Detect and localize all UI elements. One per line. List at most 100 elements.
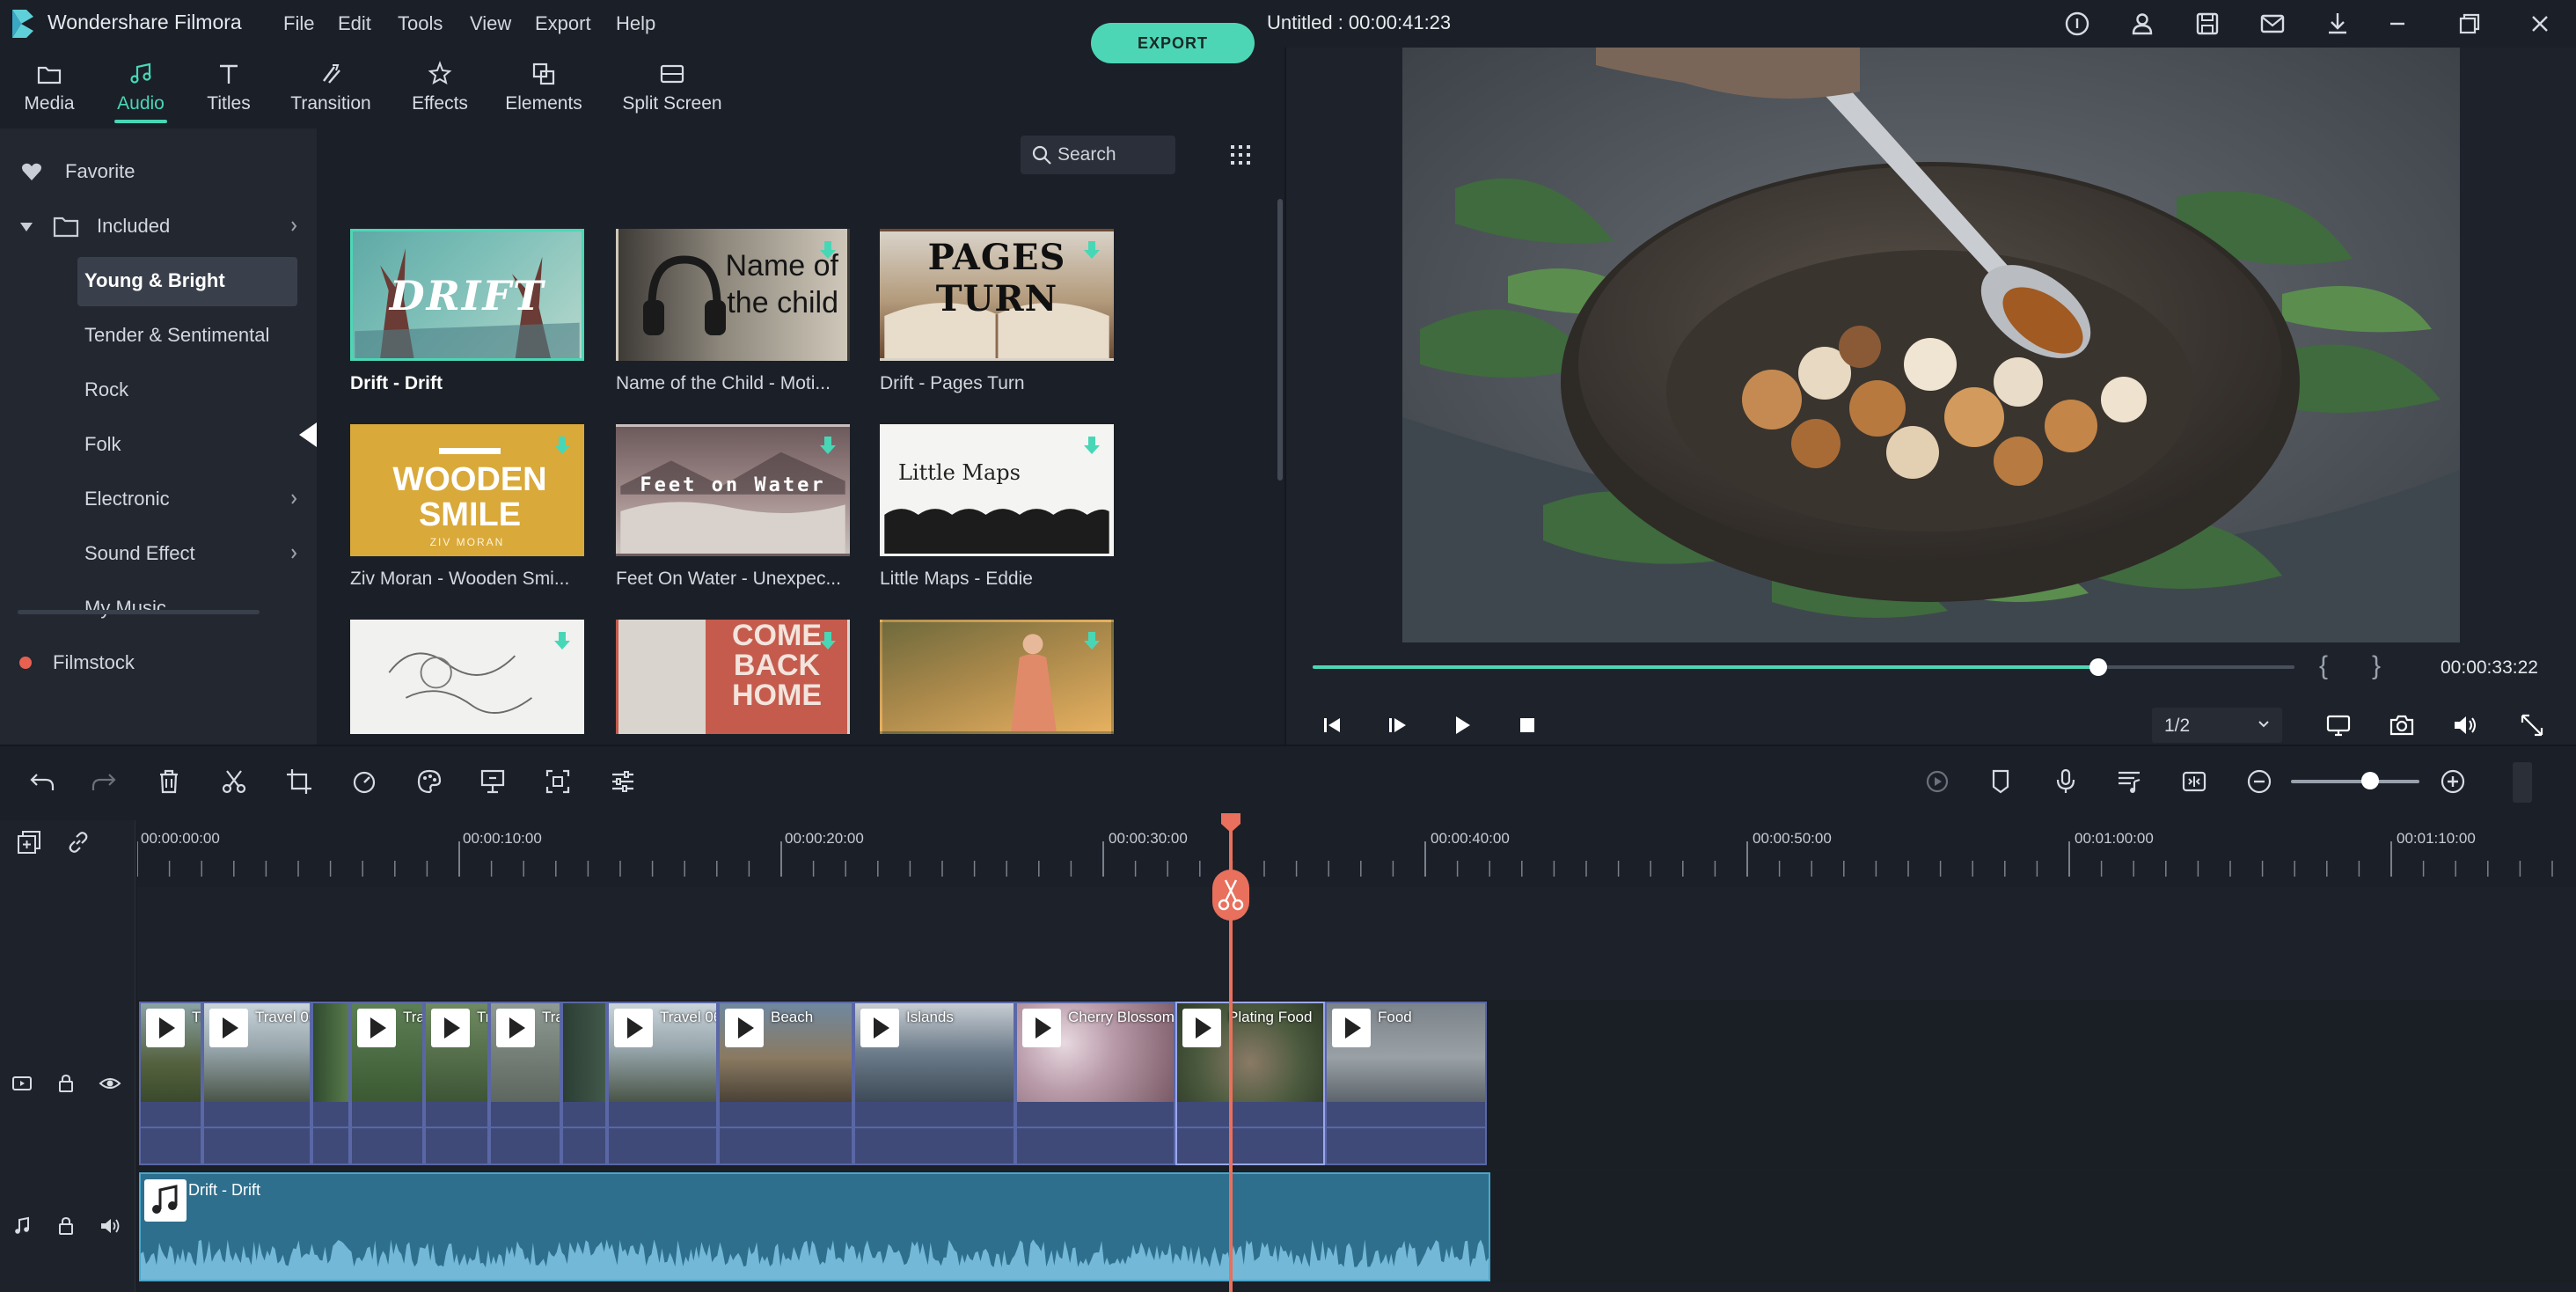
tab-elements[interactable]: Elements: [498, 48, 589, 128]
preview-progress-handle[interactable]: [2089, 658, 2107, 676]
export-button[interactable]: EXPORT: [1091, 23, 1255, 63]
timeline-zoom-slider[interactable]: [2291, 780, 2419, 783]
tab-audio[interactable]: Audio: [104, 48, 178, 128]
play-icon[interactable]: [1450, 713, 1475, 738]
timeline-toolbar-scrollbar[interactable]: [2513, 762, 2532, 803]
audio-card-feet-on-water[interactable]: Feet on Water Feet On Water - Unexpec...: [616, 424, 850, 591]
audio-clip[interactable]: Drift - Drift: [139, 1172, 1490, 1281]
video-clip[interactable]: Tra...: [139, 1002, 202, 1165]
menu-edit[interactable]: Edit: [338, 12, 371, 35]
split-track-icon[interactable]: [2180, 767, 2208, 796]
menu-file[interactable]: File: [283, 12, 314, 35]
sidebar-item-electronic[interactable]: Electronic: [0, 472, 317, 526]
delete-icon[interactable]: [155, 767, 183, 796]
search-input[interactable]: [1057, 141, 1167, 169]
video-clip[interactable]: Islands: [853, 1002, 1015, 1165]
sidebar-scrollbar[interactable]: [18, 610, 260, 614]
zoom-out-icon[interactable]: [2245, 767, 2273, 796]
fullscreen-icon[interactable]: [2518, 711, 2546, 739]
video-clip[interactable]: Tra...: [424, 1002, 489, 1165]
download-icon[interactable]: [1082, 239, 1101, 262]
mark-in-button[interactable]: {: [2319, 651, 2328, 681]
tab-titles[interactable]: Titles: [192, 48, 266, 128]
video-clip[interactable]: Food: [1325, 1002, 1487, 1165]
video-clip[interactable]: Travel 06: [202, 1002, 311, 1165]
green-screen-icon[interactable]: [479, 767, 507, 796]
menu-export[interactable]: Export: [535, 12, 591, 35]
video-clip[interactable]: Trav...: [489, 1002, 561, 1165]
monitor-icon[interactable]: [2324, 711, 2353, 739]
grid-view-icon[interactable]: [1228, 143, 1253, 167]
cut-icon[interactable]: [220, 767, 248, 796]
sidebar-item-young-bright[interactable]: Young & Bright: [0, 253, 317, 308]
lock-icon[interactable]: [55, 1215, 77, 1237]
download-icon[interactable]: [553, 630, 572, 653]
adjust-icon[interactable]: [609, 767, 637, 796]
menu-tools[interactable]: Tools: [398, 12, 443, 35]
audio-card-autumn[interactable]: [880, 620, 1114, 734]
audio-mixer-icon[interactable]: [2115, 767, 2143, 796]
video-preview[interactable]: [1402, 48, 2460, 642]
audio-card-sketch[interactable]: [350, 620, 584, 734]
lock-icon[interactable]: [55, 1072, 77, 1095]
add-track-icon[interactable]: [16, 829, 42, 855]
audio-card-pages-turn[interactable]: PAGES TURN Drift - Pages Turn: [880, 229, 1114, 396]
sidebar-item-rock[interactable]: Rock: [0, 363, 317, 417]
preview-quality-select[interactable]: 1/2: [2152, 708, 2282, 743]
video-clip[interactable]: [561, 1002, 607, 1165]
sidebar-item-my-music[interactable]: My Music: [0, 581, 317, 635]
close-icon[interactable]: [2525, 9, 2555, 39]
playhead-handle-icon[interactable]: [1219, 813, 1242, 833]
audio-card-drift[interactable]: DRIFT Drift - Drift: [350, 229, 584, 396]
sidebar-item-sound-effect[interactable]: Sound Effect: [0, 526, 317, 581]
render-preview-icon[interactable]: [1923, 767, 1951, 796]
tab-split-screen[interactable]: Split Screen: [612, 48, 732, 128]
download-icon[interactable]: [2323, 9, 2353, 39]
link-icon[interactable]: [65, 829, 91, 855]
info-icon[interactable]: [2062, 9, 2092, 39]
download-icon[interactable]: [1082, 435, 1101, 458]
marker-icon[interactable]: [1987, 767, 2015, 796]
mail-icon[interactable]: [2258, 9, 2287, 39]
play-pause-step-icon[interactable]: [1385, 713, 1409, 738]
download-icon[interactable]: [1082, 630, 1101, 653]
speed-icon[interactable]: [350, 767, 378, 796]
sidebar-item-tender-sentimental[interactable]: Tender & Sentimental: [0, 308, 317, 363]
sidebar-item-folk[interactable]: Folk: [0, 417, 317, 472]
volume-icon[interactable]: [2451, 711, 2479, 739]
collapse-sidebar-icon[interactable]: [297, 419, 317, 451]
voiceover-mic-icon[interactable]: [2052, 767, 2080, 796]
color-palette-icon[interactable]: [415, 767, 443, 796]
video-clip[interactable]: Travel 06: [607, 1002, 718, 1165]
video-clip[interactable]: Trav...: [350, 1002, 424, 1165]
audio-card-wooden-smile[interactable]: WOODEN SMILE ZIV MORAN Ziv Moran - Woode…: [350, 424, 584, 591]
account-icon[interactable]: [2127, 9, 2157, 39]
mark-out-button[interactable]: }: [2372, 651, 2381, 681]
empty-track-area[interactable]: [137, 887, 2576, 1000]
speaker-icon[interactable]: [99, 1215, 121, 1237]
tab-transition[interactable]: Transition: [280, 48, 382, 128]
eye-icon[interactable]: [99, 1072, 121, 1095]
library-scrollbar[interactable]: [1277, 199, 1283, 481]
snapshot-icon[interactable]: [2388, 711, 2416, 739]
sidebar-item-included[interactable]: Included: [0, 199, 317, 253]
undo-icon[interactable]: [28, 767, 56, 796]
tab-media[interactable]: Media: [12, 48, 86, 128]
minimize-icon[interactable]: [2382, 9, 2412, 39]
audio-card-name-of-the-child[interactable]: Name of the child Name of the Child - Mo…: [616, 229, 850, 396]
restore-icon[interactable]: [2455, 9, 2485, 39]
menu-help[interactable]: Help: [616, 12, 655, 35]
video-clip[interactable]: Beach: [718, 1002, 853, 1165]
previous-frame-icon[interactable]: [1320, 713, 1344, 738]
redo-icon[interactable]: [90, 767, 118, 796]
menu-view[interactable]: View: [470, 12, 511, 35]
download-icon[interactable]: [818, 239, 838, 262]
stop-icon[interactable]: [1515, 713, 1540, 738]
search-box[interactable]: [1021, 136, 1175, 174]
audio-card-come-back-home[interactable]: COME BACK HOME: [616, 620, 850, 734]
download-icon[interactable]: [553, 435, 572, 458]
crop-icon[interactable]: [285, 767, 313, 796]
download-icon[interactable]: [818, 435, 838, 458]
zoom-in-icon[interactable]: [2439, 767, 2467, 796]
video-clip[interactable]: Cherry Blossom: [1015, 1002, 1175, 1165]
